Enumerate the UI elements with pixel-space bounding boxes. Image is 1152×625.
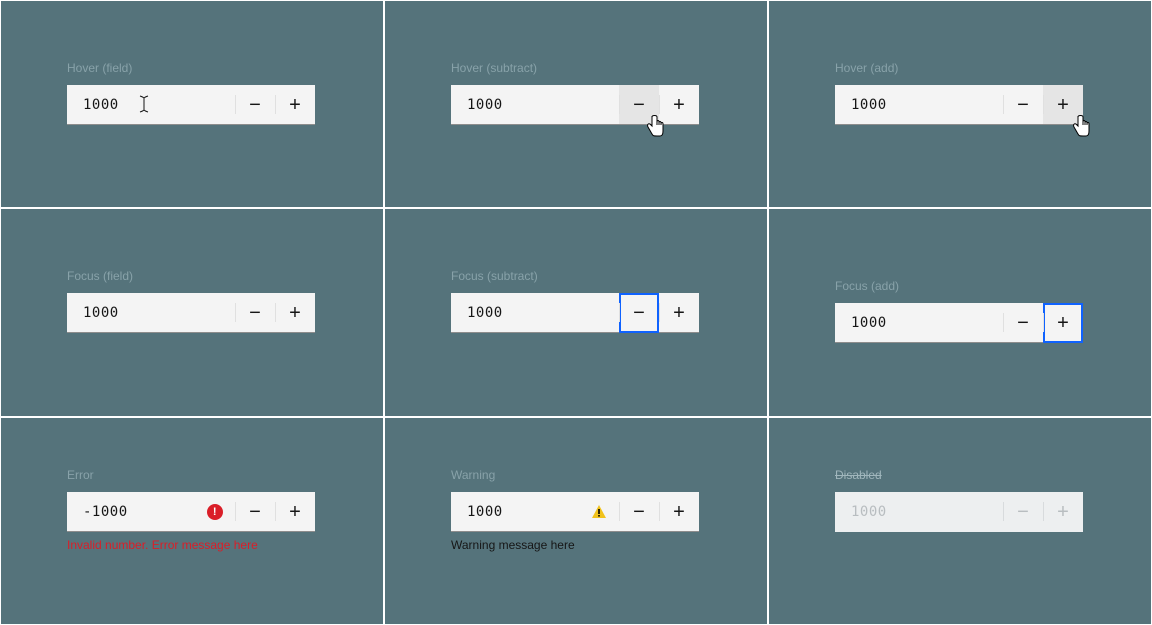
cell-error: Error -1000 − + Invalid number. Error me… [0,417,384,625]
minus-icon: − [1017,313,1029,333]
cell-focus-add: Focus (add) 1000 − + [768,208,1152,417]
subtract-button[interactable]: − [1003,85,1043,125]
plus-icon: + [1057,502,1069,522]
add-button[interactable]: + [275,293,315,333]
minus-icon: − [1017,502,1029,522]
plus-icon: + [1057,313,1069,333]
error-icon [207,504,223,520]
number-input-field[interactable]: 1000 [67,85,235,125]
plus-icon: + [289,95,301,115]
number-input-field[interactable]: 1000 [835,85,1003,125]
number-input-value: 1000 [851,97,887,113]
add-button: + [1043,492,1083,532]
cell-focus-field: Focus (field) 1000 − + [0,208,384,417]
number-input-field[interactable]: 1000 [67,293,235,333]
subtract-button[interactable]: − [1003,303,1043,343]
add-button[interactable]: + [275,492,315,532]
state-label: Hover (add) [835,61,1083,75]
number-input: -1000 − + [67,492,315,532]
minus-icon: − [249,502,261,522]
subtract-button[interactable]: − [619,85,659,125]
state-label: Warning [451,468,699,482]
minus-icon: − [1017,95,1029,115]
minus-icon: − [633,95,645,115]
number-input-value: 1000 [83,97,119,113]
state-label: Focus (add) [835,279,1083,293]
number-input-field[interactable]: 1000 [835,303,1003,343]
cell-hover-field: Hover (field) 1000 − + [0,0,384,208]
number-input-field[interactable]: 1000 [451,492,619,532]
state-label: Hover (subtract) [451,61,699,75]
number-input-value: 1000 [467,305,503,321]
number-input-value: 1000 [83,305,119,321]
subtract-button[interactable]: − [235,492,275,532]
plus-icon: + [1057,95,1069,115]
add-button[interactable]: + [1043,85,1083,125]
number-input-field[interactable]: 1000 [451,293,619,333]
number-input-field[interactable]: 1000 [451,85,619,125]
subtract-button[interactable]: − [235,293,275,333]
state-label: Focus (subtract) [451,269,699,283]
add-button[interactable]: + [659,85,699,125]
number-input-value: 1000 [851,315,887,331]
state-label: Error [67,468,315,482]
number-input-field[interactable]: -1000 [67,492,235,532]
cell-focus-subtract: Focus (subtract) 1000 − + [384,208,768,417]
number-input: 1000 − + [451,293,699,333]
minus-icon: − [633,502,645,522]
number-input-value: 1000 [467,97,503,113]
add-button[interactable]: + [1043,303,1083,343]
minus-icon: − [249,303,261,323]
text-cursor-icon [139,95,155,115]
number-input: 1000 − + [835,492,1083,532]
number-input: 1000 − + [835,303,1083,343]
number-input: 1000 − + [67,85,315,125]
add-button[interactable]: + [659,293,699,333]
state-label: Disabled [835,468,1083,482]
number-input-value: -1000 [83,504,128,520]
plus-icon: + [289,303,301,323]
number-input: 1000 − + [835,85,1083,125]
number-input-value: 1000 [851,504,887,520]
number-input-field: 1000 [835,492,1003,532]
number-input: 1000 − + [67,293,315,333]
minus-icon: − [249,95,261,115]
plus-icon: + [673,502,685,522]
state-label: Focus (field) [67,269,315,283]
plus-icon: + [673,95,685,115]
number-input: 1000 − + [451,492,699,532]
cell-hover-add: Hover (add) 1000 − + [768,0,1152,208]
subtract-button[interactable]: − [619,492,659,532]
add-button[interactable]: + [659,492,699,532]
warning-icon [591,504,607,520]
plus-icon: + [673,303,685,323]
plus-icon: + [289,502,301,522]
subtract-button: − [1003,492,1043,532]
cell-warning: Warning 1000 − + Warning message here [384,417,768,625]
cell-disabled: Disabled 1000 − + [768,417,1152,625]
number-input: 1000 − + [451,85,699,125]
state-label: Hover (field) [67,61,315,75]
cell-hover-subtract: Hover (subtract) 1000 − + [384,0,768,208]
helper-text-error: Invalid number. Error message here [67,538,315,552]
subtract-button[interactable]: − [235,85,275,125]
minus-icon: − [633,303,645,323]
number-input-value: 1000 [467,504,503,520]
subtract-button[interactable]: − [619,293,659,333]
add-button[interactable]: + [275,85,315,125]
helper-text-warning: Warning message here [451,538,699,552]
